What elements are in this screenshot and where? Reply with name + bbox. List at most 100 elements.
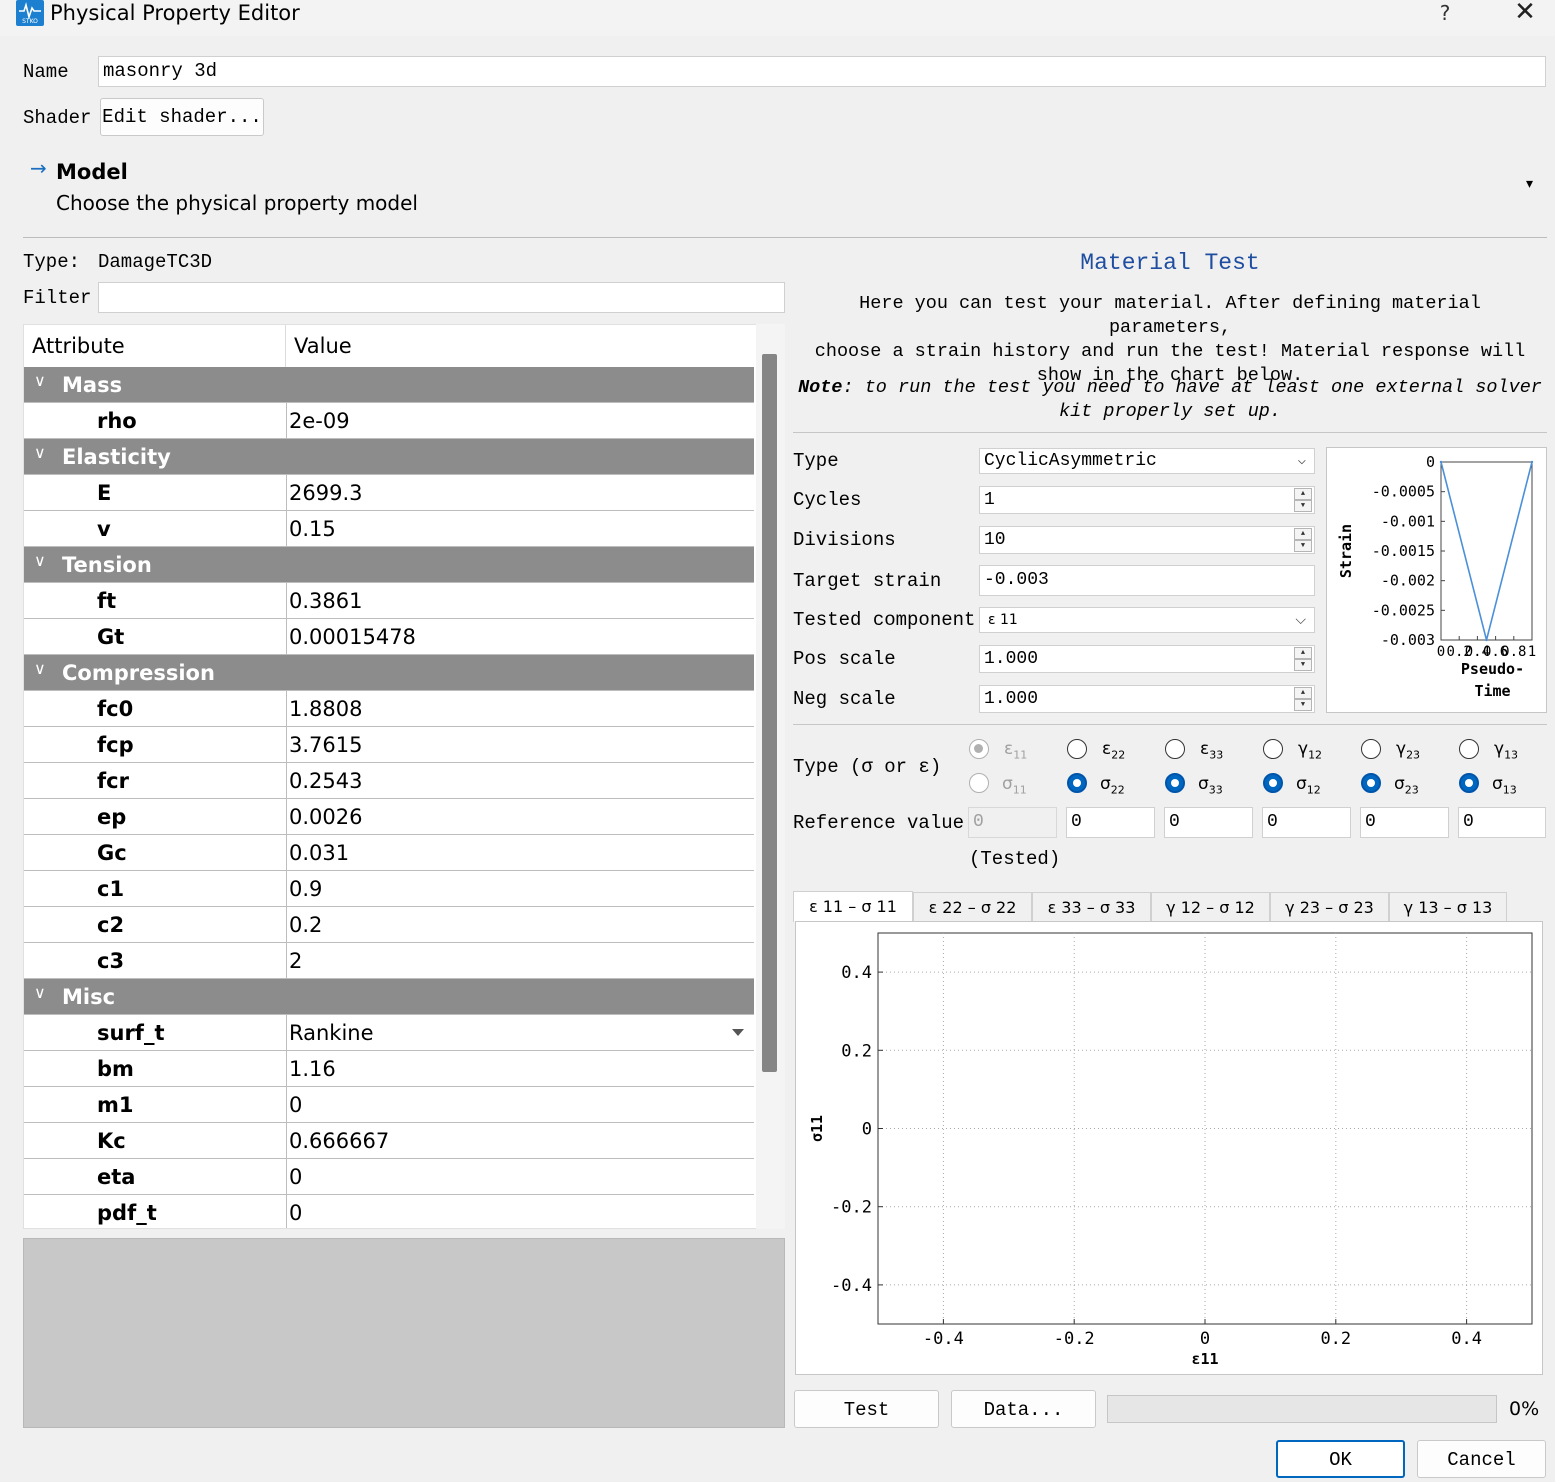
spin-up-icon[interactable]: ▲ — [1294, 687, 1312, 699]
reference-value-input-33[interactable]: 0 — [1164, 807, 1253, 838]
name-input[interactable]: masonry 3d — [98, 56, 1546, 87]
attribute-value[interactable]: 0.00015478 — [289, 619, 416, 655]
attribute-value[interactable]: 0.2543 — [289, 763, 362, 799]
ok-button[interactable]: OK — [1276, 1440, 1405, 1478]
table-row[interactable]: pdf_t 0 — [24, 1195, 754, 1228]
radio-stress-11[interactable] — [969, 773, 989, 793]
tab-33[interactable]: ε 33 – σ 33 — [1032, 892, 1151, 922]
radio-stress-13[interactable] — [1459, 773, 1479, 793]
tab-23[interactable]: γ 23 – σ 23 — [1270, 892, 1389, 922]
spin-up-icon[interactable]: ▲ — [1294, 488, 1312, 500]
group-row-misc[interactable]: ∨ Misc — [24, 979, 754, 1015]
table-row[interactable]: rho 2e-09 — [24, 403, 754, 439]
cancel-button[interactable]: Cancel — [1417, 1440, 1546, 1478]
attribute-value[interactable]: 0.9 — [289, 871, 322, 907]
radio-strain-13[interactable] — [1459, 739, 1479, 759]
table-row[interactable]: eta 0 — [24, 1159, 754, 1195]
table-row[interactable]: E 2699.3 — [24, 475, 754, 511]
column-header-value[interactable]: Value — [286, 325, 754, 367]
test-type-select[interactable]: CyclicAsymmetric ⌵ — [979, 448, 1315, 474]
table-row[interactable]: fcr 0.2543 — [24, 763, 754, 799]
spin-down-icon[interactable]: ▼ — [1294, 659, 1312, 671]
attribute-value[interactable]: Rankine — [289, 1015, 374, 1051]
table-row[interactable]: c3 2 — [24, 943, 754, 979]
radio-strain-23[interactable] — [1361, 739, 1381, 759]
attribute-value[interactable]: 0 — [289, 1159, 302, 1195]
chevron-down-icon[interactable]: ∨ — [34, 983, 46, 1002]
data-button[interactable]: Data... — [951, 1390, 1096, 1428]
group-row-compression[interactable]: ∨ Compression — [24, 655, 754, 691]
reference-value-input-13[interactable]: 0 — [1458, 807, 1546, 838]
divisions-spinbox[interactable]: 10 ▲ ▼ — [979, 526, 1315, 554]
attribute-value[interactable]: 2e-09 — [289, 403, 350, 439]
attribute-value[interactable]: 3.7615 — [289, 727, 362, 763]
table-row[interactable]: Gt 0.00015478 — [24, 619, 754, 655]
attribute-value[interactable]: 2699.3 — [289, 475, 362, 511]
group-row-mass[interactable]: ∨ Mass — [24, 367, 754, 403]
radio-stress-23[interactable] — [1361, 773, 1381, 793]
attribute-value[interactable]: 0 — [289, 1087, 302, 1123]
group-row-tension[interactable]: ∨ Tension — [24, 547, 754, 583]
tab-12[interactable]: γ 12 – σ 12 — [1151, 892, 1270, 922]
radio-strain-11[interactable] — [969, 739, 989, 759]
spin-down-icon[interactable]: ▼ — [1294, 540, 1312, 552]
table-row[interactable]: Kc 0.666667 — [24, 1123, 754, 1159]
attribute-value[interactable]: 0 — [289, 1195, 302, 1228]
cycles-spinbox[interactable]: 1 ▲ ▼ — [979, 486, 1315, 514]
reference-value-input-12[interactable]: 0 — [1262, 807, 1351, 838]
spin-down-icon[interactable]: ▼ — [1294, 500, 1312, 512]
help-button[interactable]: ? — [1435, 0, 1455, 26]
radio-strain-12[interactable] — [1263, 739, 1283, 759]
spin-up-icon[interactable]: ▲ — [1294, 647, 1312, 659]
radio-stress-33[interactable] — [1165, 773, 1185, 793]
attribute-value[interactable]: 1.16 — [289, 1051, 336, 1087]
attribute-value[interactable]: 0.3861 — [289, 583, 362, 619]
attribute-value[interactable]: 0.0026 — [289, 799, 362, 835]
chevron-down-icon[interactable]: ∨ — [34, 371, 46, 390]
attribute-value[interactable]: 0.031 — [289, 835, 349, 871]
filter-input[interactable] — [98, 282, 785, 313]
table-row[interactable]: bm 1.16 — [24, 1051, 754, 1087]
radio-strain-33[interactable] — [1165, 739, 1185, 759]
tab-11[interactable]: ε 11 – σ 11 — [793, 891, 913, 922]
table-row[interactable]: surf_t Rankine — [24, 1015, 754, 1051]
table-row[interactable]: c2 0.2 — [24, 907, 754, 943]
tested-component-select[interactable]: ε 11 ⌵ — [979, 607, 1315, 633]
table-row[interactable]: m1 0 — [24, 1087, 754, 1123]
radio-strain-22[interactable] — [1067, 739, 1087, 759]
radio-stress-22[interactable] — [1067, 773, 1087, 793]
model-dropdown-icon[interactable]: ▾ — [1526, 176, 1533, 192]
attribute-value[interactable]: 0.15 — [289, 511, 336, 547]
spin-down-icon[interactable]: ▼ — [1294, 699, 1312, 711]
column-header-attribute[interactable]: Attribute — [24, 325, 286, 367]
attribute-value[interactable]: 1.8808 — [289, 691, 362, 727]
table-row[interactable]: ft 0.3861 — [24, 583, 754, 619]
chevron-down-icon[interactable]: ∨ — [34, 443, 46, 462]
table-row[interactable]: fc0 1.8808 — [24, 691, 754, 727]
test-button[interactable]: Test — [794, 1390, 939, 1428]
pos-scale-spinbox[interactable]: 1.000 ▲ ▼ — [979, 645, 1315, 673]
tab-22[interactable]: ε 22 – σ 22 — [913, 892, 1032, 922]
dropdown-arrow-icon[interactable] — [732, 1029, 744, 1036]
spin-up-icon[interactable]: ▲ — [1294, 528, 1312, 540]
attribute-value[interactable]: 0.2 — [289, 907, 322, 943]
reference-value-input-23[interactable]: 0 — [1360, 807, 1449, 838]
table-row[interactable]: fcp 3.7615 — [24, 727, 754, 763]
table-scrollbar-thumb[interactable] — [762, 354, 777, 1072]
close-button[interactable]: ✕ — [1510, 0, 1540, 26]
edit-shader-button[interactable]: Edit shader... — [100, 98, 264, 136]
table-row[interactable]: ep 0.0026 — [24, 799, 754, 835]
table-row[interactable]: v 0.15 — [24, 511, 754, 547]
attribute-value[interactable]: 0.666667 — [289, 1123, 389, 1159]
reference-value-input-22[interactable]: 0 — [1066, 807, 1155, 838]
target-strain-input[interactable]: -0.003 — [979, 565, 1315, 596]
group-row-elasticity[interactable]: ∨ Elasticity — [24, 439, 754, 475]
table-row[interactable]: Gc 0.031 — [24, 835, 754, 871]
tab-13[interactable]: γ 13 – σ 13 — [1389, 892, 1507, 922]
neg-scale-spinbox[interactable]: 1.000 ▲ ▼ — [979, 685, 1315, 713]
chevron-down-icon[interactable]: ∨ — [34, 659, 46, 678]
table-row[interactable]: c1 0.9 — [24, 871, 754, 907]
attribute-value[interactable]: 2 — [289, 943, 302, 979]
chevron-down-icon[interactable]: ∨ — [34, 551, 46, 570]
radio-stress-12[interactable] — [1263, 773, 1283, 793]
